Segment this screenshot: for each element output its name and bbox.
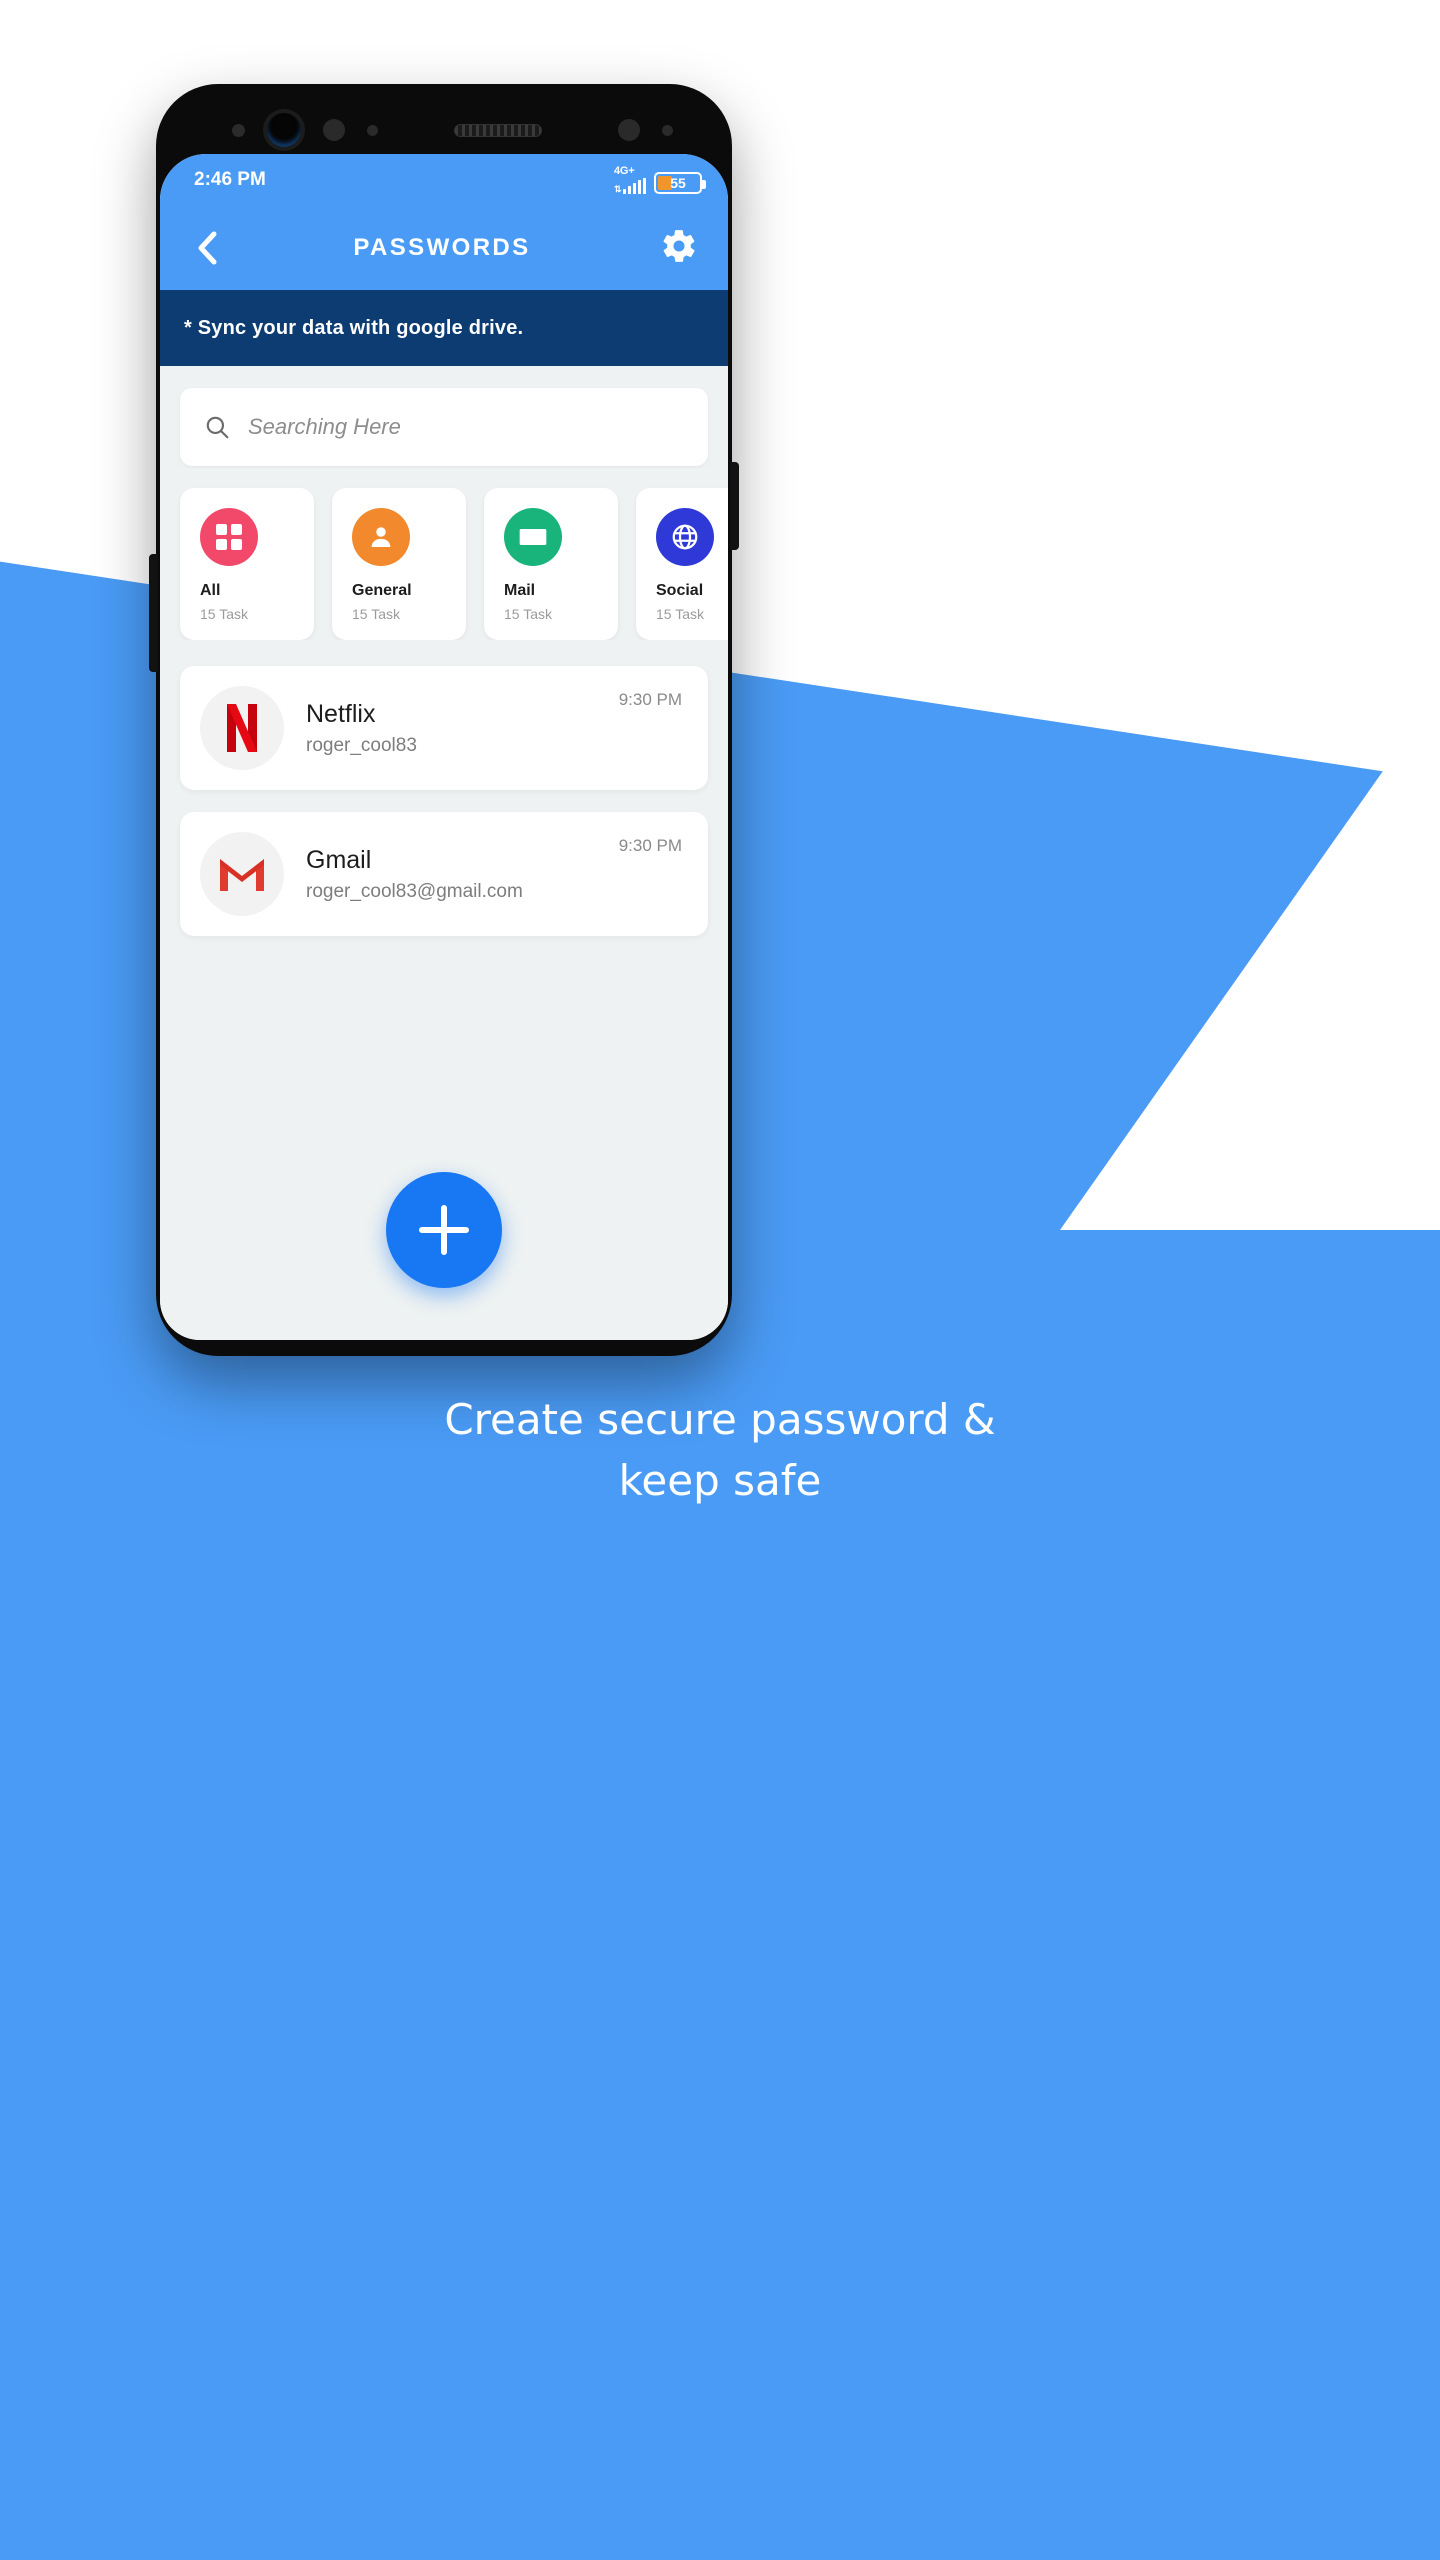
category-count: 15 Task [656,606,704,622]
category-card-all[interactable]: All 15 Task [180,488,314,640]
category-card-general[interactable]: General 15 Task [332,488,466,640]
password-time: 9:30 PM [618,690,682,709]
promo-caption: Create secure password & keep safe [0,1390,1440,1512]
category-name: General [352,582,412,599]
password-username: roger_cool83@gmail.com [306,880,523,902]
gear-icon [663,229,695,262]
envelope-icon [504,508,562,566]
light-sensor-icon [367,124,378,136]
back-button[interactable] [190,231,224,265]
phone-mockup: 2:46 PM 4G+ ⇅ 55 PASSWORDS * Sync your d… [149,84,739,1356]
phone-side-button-left [149,554,158,672]
password-username: roger_cool83 [306,734,417,756]
category-count: 15 Task [200,606,248,622]
phone-sensor-row [156,108,732,152]
password-title: Gmail [306,845,372,874]
page-title: PASSWORDS [353,234,531,261]
search-placeholder: Searching Here [248,414,401,439]
status-bar: 2:46 PM 4G+ ⇅ 55 [160,154,728,206]
status-bar-icons: 4G+ ⇅ 55 [614,166,706,194]
proximity-sensor-icon [323,119,345,141]
data-transfer-icon: ⇅ [613,184,622,194]
led-indicator-icon [662,124,673,136]
category-count: 15 Task [504,606,552,622]
password-time: 9:30 PM [618,836,682,855]
app-content: Searching Here All 15 Task General 15 Ta… [160,388,728,1340]
category-list[interactable]: All 15 Task General 15 Task Mail 15 Task [160,466,728,640]
sensor-dot-icon [232,123,245,137]
add-password-button[interactable] [386,1172,502,1288]
promo-caption-line1: Create secure password & [444,1395,996,1444]
signal-bars-icon: 4G+ ⇅ [614,166,646,194]
netflix-logo-icon [227,704,257,752]
category-card-social[interactable]: Social 15 Task [636,488,728,640]
password-row-netflix[interactable]: Netflix roger_cool83 9:30 PM [180,666,708,790]
grid-icon [200,508,258,566]
password-row-gmail[interactable]: Gmail roger_cool83@gmail.com 9:30 PM [180,812,708,936]
category-card-mail[interactable]: Mail 15 Task [484,488,618,640]
app-bar: PASSWORDS [160,206,728,290]
search-icon [206,416,229,439]
sync-banner-text: * Sync your data with google drive. [184,316,524,339]
phone-screen: 2:46 PM 4G+ ⇅ 55 PASSWORDS * Sync your d… [160,154,728,1340]
globe-icon [656,508,714,566]
earpiece-speaker-icon [454,123,542,137]
password-title: Netflix [306,699,376,728]
phone-side-button-right [730,462,739,550]
battery-icon: 55 [654,172,706,194]
category-name: Mail [504,582,536,599]
category-name: All [200,582,221,599]
status-bar-time: 2:46 PM [194,169,266,190]
netflix-logo [200,686,284,770]
category-count: 15 Task [352,606,400,622]
person-icon [352,508,410,566]
sync-banner: * Sync your data with google drive. [160,290,728,366]
search-input[interactable]: Searching Here [180,388,708,466]
gmail-logo [200,832,284,916]
front-camera-icon [267,113,301,147]
iris-scanner-icon [618,119,640,141]
category-name: Social [656,582,704,599]
background-white-shape-right [1060,690,1440,1230]
password-list: Netflix roger_cool83 9:30 PM Gmail roger… [160,640,728,936]
password-row-text: Gmail roger_cool83@gmail.com [306,846,597,903]
password-row-text: Netflix roger_cool83 [306,700,597,757]
settings-button[interactable] [660,227,698,270]
chevron-left-icon [198,231,217,265]
promo-caption-line2: keep safe [618,1455,822,1505]
gmail-logo-icon [220,859,264,891]
